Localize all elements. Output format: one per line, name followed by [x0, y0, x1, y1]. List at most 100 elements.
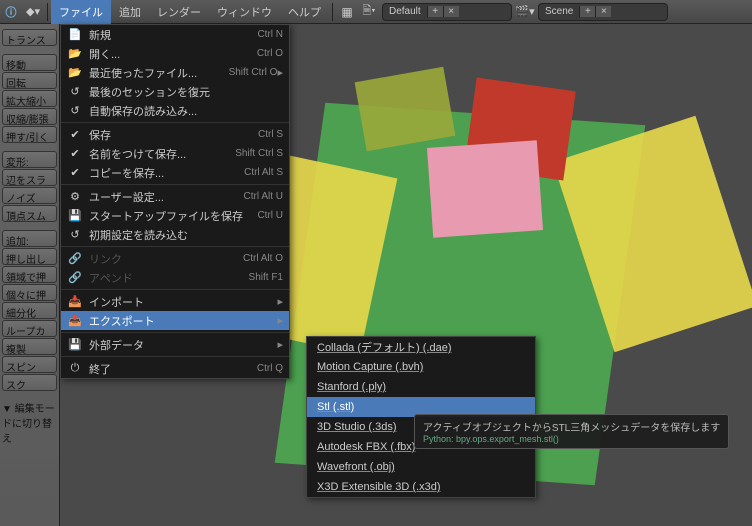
- sidebar-item-ループカ[interactable]: ループカ: [2, 320, 57, 337]
- export-option-X3D Extensible 3D (.x3d)[interactable]: X3D Extensible 3D (.x3d): [307, 477, 535, 497]
- add-scene-button[interactable]: +: [579, 6, 595, 17]
- sidebar-item-領域で押[interactable]: 領域で押: [2, 266, 57, 283]
- scene-selector[interactable]: Scene + ×: [538, 3, 668, 21]
- menu-item-label: 新規: [89, 27, 257, 43]
- menu-item-icon: 🔗: [67, 251, 83, 267]
- sidebar-item-スク[interactable]: スク: [2, 374, 57, 391]
- sidebar-item-スピン[interactable]: スピン: [2, 356, 57, 373]
- sidebar-item-収縮/膨張[interactable]: 収縮/膨張: [2, 108, 57, 125]
- export-option-Wavefront (.obj)[interactable]: Wavefront (.obj): [307, 457, 535, 477]
- submenu-arrow-icon: ▸: [277, 338, 283, 351]
- sidebar-item-追加:[interactable]: 追加:: [2, 230, 57, 247]
- menu-item-icon: 📄: [67, 27, 83, 43]
- file-menu-最近使ったファイル...[interactable]: 📂 最近使ったファイル...Shift Ctrl O▸: [61, 63, 289, 82]
- file-menu-初期設定を読み込む[interactable]: ↺初期設定を読み込む: [61, 225, 289, 244]
- menu-item-icon: ✔: [67, 165, 83, 181]
- sidebar-item-複製[interactable]: 複製: [2, 338, 57, 355]
- tooltip-python: Python: bpy.ops.export_mesh.stl(): [423, 434, 720, 444]
- menu-item-label: コピーを保存...: [89, 165, 244, 181]
- menu-レンダー[interactable]: レンダー: [149, 0, 209, 24]
- menu-item-icon: 📂: [67, 65, 83, 81]
- file-menu-外部データ[interactable]: 💾外部データ▸: [61, 335, 289, 354]
- layout-browse-icon[interactable]: 🗎▾: [359, 2, 379, 22]
- menu-item-label: 最後のセッションを復元: [89, 84, 283, 100]
- sidebar-item-トランス[interactable]: トランス: [2, 29, 57, 46]
- export-option-label: X3D Extensible 3D (.x3d): [317, 481, 441, 493]
- menu-item-label: ユーザー設定...: [89, 189, 244, 205]
- menu-item-shortcut: Ctrl O: [257, 48, 283, 59]
- menu-ウィンドウ[interactable]: ウィンドウ: [209, 0, 280, 24]
- export-option-Motion Capture (.bvh)[interactable]: Motion Capture (.bvh): [307, 357, 535, 377]
- sidebar-item-ノイズ[interactable]: ノイズ: [2, 187, 57, 204]
- menu-追加[interactable]: 追加: [111, 0, 149, 24]
- menu-item-shortcut: Ctrl Alt U: [244, 191, 283, 202]
- submenu-arrow-icon: ▸: [277, 66, 283, 79]
- menu-item-shortcut: Ctrl S: [258, 129, 283, 140]
- export-option-label: Autodesk FBX (.fbx): [317, 441, 415, 453]
- sidebar-item-変形:[interactable]: 変形:: [2, 151, 57, 168]
- menu-item-label: スタートアップファイルを保存: [89, 208, 257, 224]
- file-menu-アペンド: 🔗アペンドShift F1: [61, 268, 289, 287]
- file-menu-スタートアップファイルを保存[interactable]: 💾スタートアップファイルを保存Ctrl U: [61, 206, 289, 225]
- remove-layout-button[interactable]: ×: [443, 6, 459, 17]
- sidebar-item-移動[interactable]: 移動: [2, 54, 57, 71]
- top-menu-bar: ⓘ ◆▾ ファイル追加レンダーウィンドウヘルプ 🗎▾ Default + × 🎬…: [0, 0, 752, 24]
- file-menu-名前をつけて保存...[interactable]: ✔名前をつけて保存...Shift Ctrl S: [61, 144, 289, 163]
- menu-item-icon: ✔: [67, 127, 83, 143]
- menu-item-shortcut: Ctrl Q: [257, 363, 283, 374]
- add-layout-button[interactable]: +: [427, 6, 443, 17]
- file-menu-インポート[interactable]: 📥インポート▸: [61, 292, 289, 311]
- sidebar-item-細分化[interactable]: 細分化: [2, 302, 57, 319]
- file-menu-リンク: 🔗 リンクCtrl Alt O: [61, 249, 289, 268]
- file-menu-終了[interactable]: ⏻ 終了Ctrl Q: [61, 359, 289, 378]
- scene-browse-icon[interactable]: 🎬▾: [515, 2, 535, 22]
- menu-item-label: 名前をつけて保存...: [89, 146, 235, 162]
- menu-item-label: 外部データ: [89, 337, 277, 353]
- menu-item-label: 自動保存の読み込み...: [89, 103, 283, 119]
- menu-ヘルプ[interactable]: ヘルプ: [280, 0, 329, 24]
- menu-item-icon: 💾: [67, 208, 83, 224]
- menu-item-label: 終了: [89, 361, 257, 377]
- menu-item-label: 開く...: [89, 46, 257, 62]
- menu-item-shortcut: Ctrl Alt O: [243, 253, 283, 264]
- menu-ファイル[interactable]: ファイル: [51, 0, 111, 24]
- menu-item-shortcut: Shift F1: [249, 272, 283, 283]
- menu-item-label: 最近使ったファイル...: [89, 65, 229, 81]
- menu-item-icon: 📂: [67, 46, 83, 62]
- file-menu-新規[interactable]: 📄新規Ctrl N: [61, 25, 289, 44]
- export-option-Stanford (.ply)[interactable]: Stanford (.ply): [307, 377, 535, 397]
- sidebar-item-回転[interactable]: 回転: [2, 72, 57, 89]
- file-menu-エクスポート[interactable]: 📤エクスポート▸: [61, 311, 289, 330]
- export-option-label: Motion Capture (.bvh): [317, 361, 423, 373]
- layout-selector[interactable]: Default + ×: [382, 3, 512, 21]
- menu-item-icon: ⚙: [67, 189, 83, 205]
- menu-item-shortcut: Shift Ctrl S: [235, 148, 283, 159]
- file-menu-保存[interactable]: ✔ 保存Ctrl S: [61, 125, 289, 144]
- file-menu-コピーを保存...[interactable]: ✔コピーを保存...Ctrl Alt S: [61, 163, 289, 182]
- menu-item-shortcut: Shift Ctrl O: [229, 67, 278, 78]
- export-option-Collada (デフォルト) (.dae)[interactable]: Collada (デフォルト) (.dae): [307, 337, 535, 357]
- menu-item-label: 初期設定を読み込む: [89, 227, 283, 243]
- sidebar-item-個々に押[interactable]: 個々に押: [2, 284, 57, 301]
- layout-grid-icon[interactable]: [337, 2, 357, 22]
- sidebar-item-拡大縮小[interactable]: 拡大縮小: [2, 90, 57, 107]
- file-menu-開く...[interactable]: 📂 開く...Ctrl O: [61, 44, 289, 63]
- menu-item-label: インポート: [89, 294, 277, 310]
- sidebar-item-辺をスラ[interactable]: 辺をスラ: [2, 169, 57, 186]
- menu-item-icon: 🔗: [67, 270, 83, 286]
- dropdown-toggle-icon[interactable]: ◆▾: [23, 2, 43, 22]
- remove-scene-button[interactable]: ×: [595, 6, 611, 17]
- submenu-arrow-icon: ▸: [277, 295, 283, 308]
- menu-item-label: リンク: [89, 251, 243, 267]
- file-menu-最後のセッションを復元[interactable]: ↺最後のセッションを復元: [61, 82, 289, 101]
- file-menu-自動保存の読み込み...[interactable]: ↺自動保存の読み込み...: [61, 101, 289, 120]
- sidebar-item-押す/引く[interactable]: 押す/引く: [2, 126, 57, 143]
- stl-tooltip: アクティブオブジェクトからSTL三角メッシュデータを保存します Python: …: [414, 414, 729, 449]
- sidebar-mode-label[interactable]: ▼ 編集モードに切り替え: [2, 398, 57, 447]
- info-icon[interactable]: ⓘ: [1, 2, 21, 22]
- sidebar-item-押し出し[interactable]: 押し出し: [2, 248, 57, 265]
- file-menu-ユーザー設定...[interactable]: ⚙ ユーザー設定...Ctrl Alt U: [61, 187, 289, 206]
- sidebar-item-頂点スム[interactable]: 頂点スム: [2, 205, 57, 222]
- menu-item-icon: ⏻: [67, 361, 83, 377]
- menu-item-label: 保存: [89, 127, 258, 143]
